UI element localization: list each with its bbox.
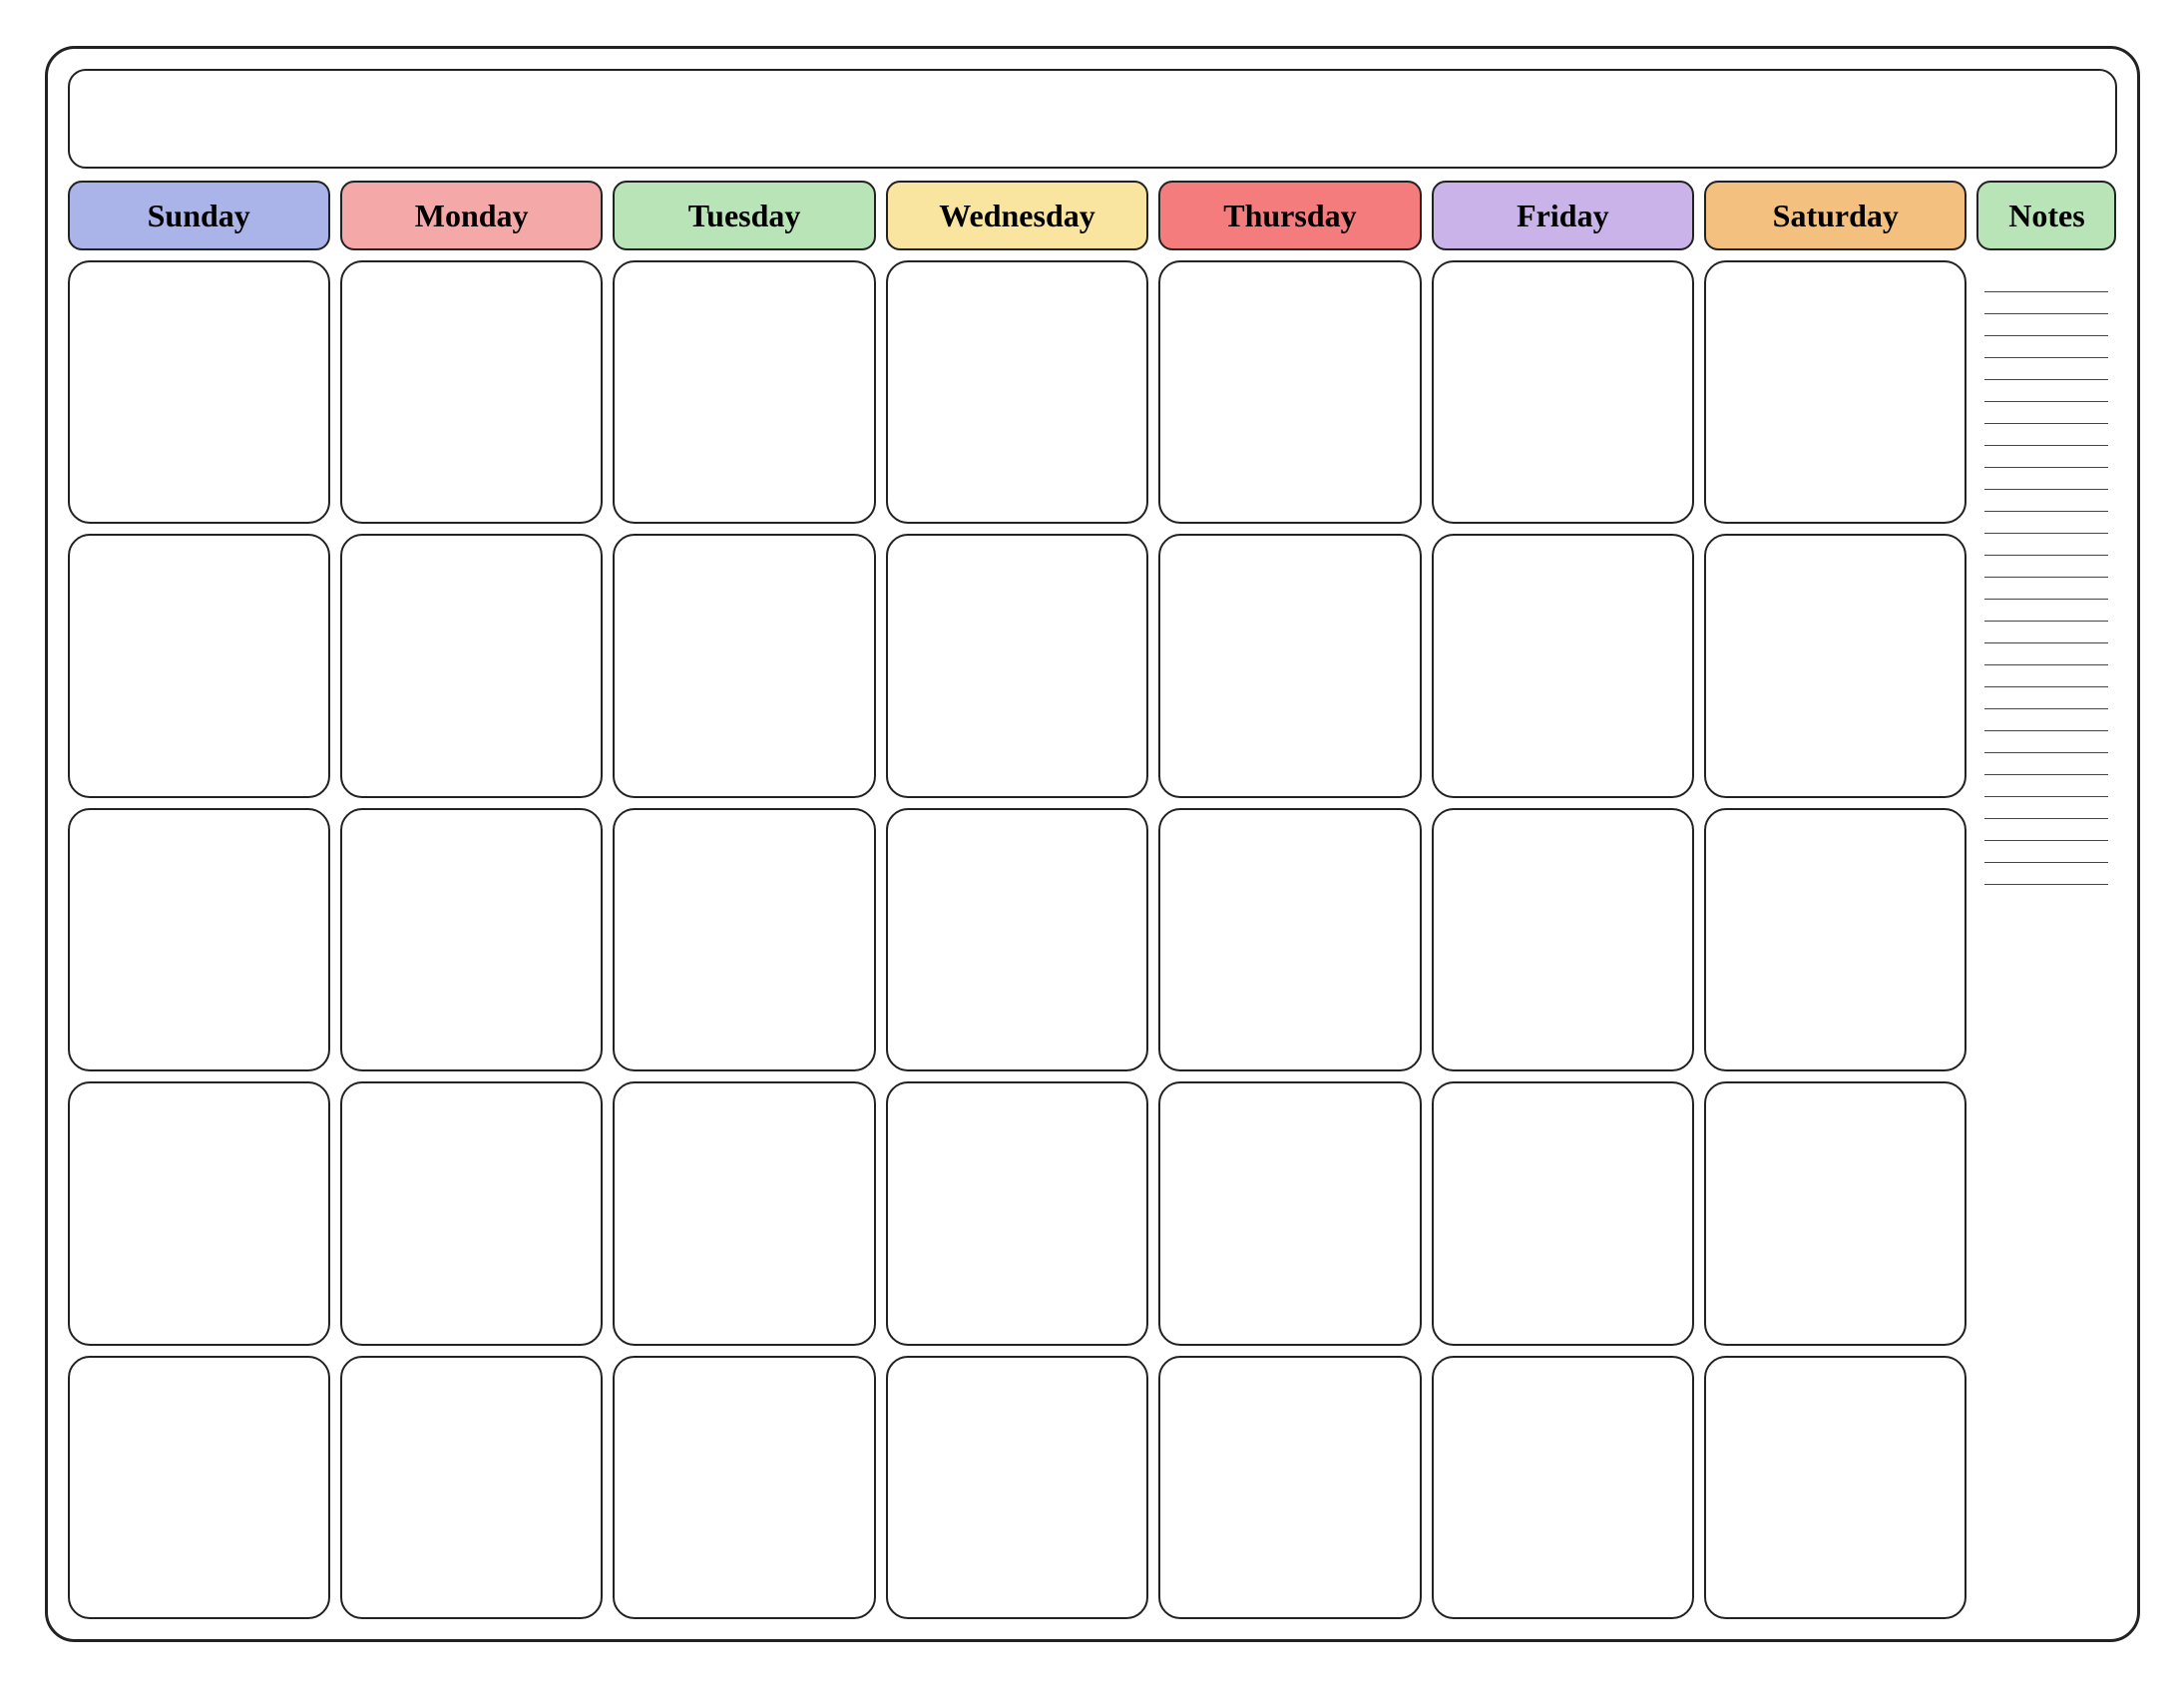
cell-row1-thu[interactable] xyxy=(1158,260,1421,524)
cell-row3-tue[interactable] xyxy=(613,808,875,1071)
header-notes: Notes xyxy=(1976,181,2116,250)
cell-row1-tue[interactable] xyxy=(613,260,875,524)
notes-line[interactable] xyxy=(1984,380,2108,402)
cell-row4-wed[interactable] xyxy=(886,1081,1148,1345)
cell-row5-wed[interactable] xyxy=(886,1356,1148,1619)
notes-line[interactable] xyxy=(1984,863,2108,885)
notes-line[interactable] xyxy=(1984,402,2108,424)
notes-line[interactable] xyxy=(1984,534,2108,556)
header-friday: Friday xyxy=(1432,181,1694,250)
notes-line[interactable] xyxy=(1984,468,2108,490)
notes-line[interactable] xyxy=(1984,731,2108,753)
notes-line[interactable] xyxy=(1984,556,2108,578)
title-bar[interactable] xyxy=(68,69,2117,169)
cell-row4-mon[interactable] xyxy=(340,1081,603,1345)
header-monday: Monday xyxy=(340,181,603,250)
cell-row4-thu[interactable] xyxy=(1158,1081,1421,1345)
cell-row5-mon[interactable] xyxy=(340,1356,603,1619)
cell-row4-fri[interactable] xyxy=(1432,1081,1694,1345)
cell-row3-wed[interactable] xyxy=(886,808,1148,1071)
notes-line[interactable] xyxy=(1984,775,2108,797)
header-tuesday: Tuesday xyxy=(613,181,875,250)
cell-row3-mon[interactable] xyxy=(340,808,603,1071)
cell-row5-thu[interactable] xyxy=(1158,1356,1421,1619)
cell-row1-mon[interactable] xyxy=(340,260,603,524)
notes-line[interactable] xyxy=(1984,600,2108,622)
cell-row2-mon[interactable] xyxy=(340,534,603,797)
cell-row2-sat[interactable] xyxy=(1704,534,1966,797)
notes-line[interactable] xyxy=(1984,490,2108,512)
notes-line[interactable] xyxy=(1984,358,2108,380)
notes-line[interactable] xyxy=(1984,424,2108,446)
cell-row3-sat[interactable] xyxy=(1704,808,1966,1071)
notes-line[interactable] xyxy=(1984,709,2108,731)
notes-line[interactable] xyxy=(1984,687,2108,709)
cell-row2-fri[interactable] xyxy=(1432,534,1694,797)
cell-row5-fri[interactable] xyxy=(1432,1356,1694,1619)
header-sunday: Sunday xyxy=(68,181,330,250)
notes-line[interactable] xyxy=(1984,446,2108,468)
header-thursday: Thursday xyxy=(1158,181,1421,250)
header-wednesday: Wednesday xyxy=(886,181,1148,250)
cell-row2-thu[interactable] xyxy=(1158,534,1421,797)
cell-row3-sun[interactable] xyxy=(68,808,330,1071)
cell-row2-wed[interactable] xyxy=(886,534,1148,797)
notes-line[interactable] xyxy=(1984,270,2108,292)
cell-row4-sat[interactable] xyxy=(1704,1081,1966,1345)
notes-line[interactable] xyxy=(1984,797,2108,819)
cell-row5-sun[interactable] xyxy=(68,1356,330,1619)
notes-line[interactable] xyxy=(1984,643,2108,665)
header-saturday: Saturday xyxy=(1704,181,1966,250)
calendar-grid: Sunday Monday Tuesday Wednesday Thursday… xyxy=(68,181,2117,1619)
notes-line[interactable] xyxy=(1984,622,2108,643)
calendar-wrapper: Sunday Monday Tuesday Wednesday Thursday… xyxy=(45,46,2140,1642)
cell-row1-sat[interactable] xyxy=(1704,260,1966,524)
notes-line[interactable] xyxy=(1984,578,2108,600)
notes-line[interactable] xyxy=(1984,819,2108,841)
cell-row1-wed[interactable] xyxy=(886,260,1148,524)
cell-row2-sun[interactable] xyxy=(68,534,330,797)
cell-row2-tue[interactable] xyxy=(613,534,875,797)
cell-row4-tue[interactable] xyxy=(613,1081,875,1345)
notes-line[interactable] xyxy=(1984,336,2108,358)
cell-row5-sat[interactable] xyxy=(1704,1356,1966,1619)
cell-row4-sun[interactable] xyxy=(68,1081,330,1345)
notes-line[interactable] xyxy=(1984,512,2108,534)
notes-line[interactable] xyxy=(1984,314,2108,336)
notes-section[interactable] xyxy=(1976,260,2116,1619)
cell-row3-thu[interactable] xyxy=(1158,808,1421,1071)
notes-line[interactable] xyxy=(1984,292,2108,314)
notes-line[interactable] xyxy=(1984,753,2108,775)
notes-line[interactable] xyxy=(1984,841,2108,863)
cell-row1-sun[interactable] xyxy=(68,260,330,524)
cell-row5-tue[interactable] xyxy=(613,1356,875,1619)
cell-row1-fri[interactable] xyxy=(1432,260,1694,524)
notes-line[interactable] xyxy=(1984,665,2108,687)
cell-row3-fri[interactable] xyxy=(1432,808,1694,1071)
